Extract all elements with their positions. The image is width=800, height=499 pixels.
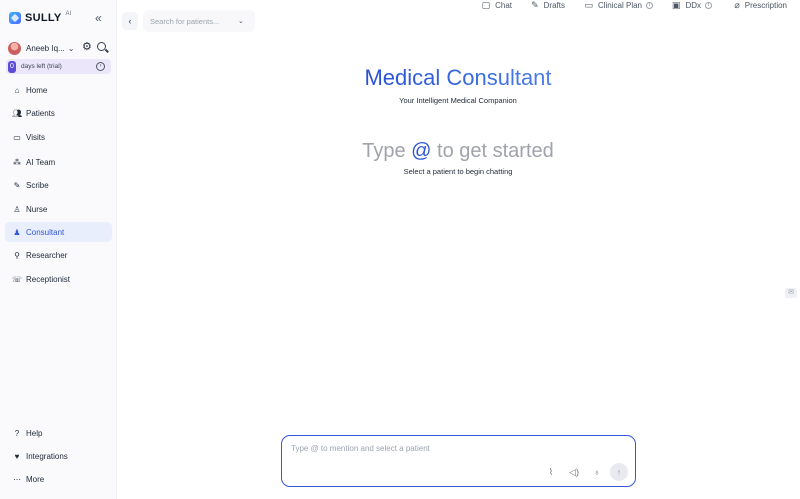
sidebar-item-visits[interactable]: ▭ Visits [5, 127, 112, 147]
sidebar-item-label: Visits [26, 132, 45, 142]
sidebar-item-label: Researcher [26, 250, 68, 260]
tab-ddx[interactable]: ▣ DDx i [672, 0, 712, 11]
pencil-icon: ✎ [531, 0, 539, 10]
integrations-icon: ♥ [14, 451, 20, 461]
tab-clinical-plan[interactable]: ▭ Clinical Plan i [584, 0, 653, 11]
gear-icon[interactable]: ⚙ [82, 41, 92, 54]
sidebar-item-consultant[interactable]: ♟ Consultant [5, 222, 112, 242]
top-bar: ‹ ⌄ ▢ Chat ✎ Drafts ▭ Clinical Plan i ▣ … [118, 0, 800, 36]
sidebar-item-ai-team[interactable]: ⁂ AI Team [5, 152, 112, 172]
scribe-icon: ✎ [13, 180, 21, 190]
receptionist-icon: ☏ [12, 274, 23, 284]
mail-icon[interactable]: ✉ [785, 288, 797, 298]
chevron-down-icon[interactable]: ⌄ [238, 17, 244, 25]
trial-days-count: 0 [8, 60, 16, 73]
trial-text: days left (trial) [21, 63, 62, 70]
sidebar-item-integrations[interactable]: ♥ Integrations [5, 446, 112, 466]
tab-drafts[interactable]: ✎ Drafts [531, 0, 565, 11]
sidebar-item-help[interactable]: ? Help [5, 423, 112, 443]
chevron-left-icon[interactable]: ‹ [122, 12, 138, 30]
prompt-text-after: to get started [437, 140, 554, 162]
get-started-prompt: Type @ to get started [300, 140, 616, 163]
home-icon: ⌂ [14, 85, 20, 95]
sidebar-item-label: Receptionist [26, 274, 71, 284]
sidebar: SULLY AI « Aneeb Iq... ⌄ ⚙ 0 days left (… [0, 0, 117, 499]
message-composer: ⌇ ◁) ♁ ↑ [281, 435, 636, 487]
microphone-icon[interactable]: ♁ [590, 465, 604, 479]
patient-search[interactable]: ⌄ [143, 10, 255, 32]
sidebar-item-label: Nurse [26, 204, 48, 214]
sidebar-item-more[interactable]: ⋯ More [5, 469, 112, 489]
nurse-icon: ♙ [13, 204, 21, 214]
trial-banner[interactable]: 0 days left (trial) › [6, 59, 111, 74]
user-name: Aneeb Iq... [26, 43, 65, 53]
page-title: Medical Consultant [300, 65, 616, 91]
page-subtitle: Your Intelligent Medical Companion [399, 96, 517, 105]
sully-logo-icon [9, 12, 21, 24]
sidebar-item-label: More [26, 474, 45, 484]
pill-icon: ⌀ [734, 0, 740, 10]
at-symbol: @ [411, 140, 432, 162]
send-icon[interactable]: ↑ [610, 463, 628, 481]
chevron-down-icon[interactable]: ⌄ [68, 44, 75, 53]
patients-icon: 👥︎ [12, 108, 23, 118]
team-icon: ⁂ [13, 157, 21, 167]
consultant-icon: ♟ [13, 227, 21, 237]
sidebar-item-receptionist[interactable]: ☏ Receptionist [5, 269, 112, 289]
message-input[interactable] [291, 444, 621, 462]
tab-label: Drafts [543, 1, 565, 10]
sidebar-item-scribe[interactable]: ✎ Scribe [5, 175, 112, 195]
user-menu[interactable]: Aneeb Iq... ⌄ ⚙ [8, 41, 110, 55]
tab-chat[interactable]: ▢ Chat [482, 0, 512, 11]
sidebar-item-label: Patients [26, 108, 55, 118]
sidebar-item-label: Scribe [26, 180, 49, 190]
sidebar-item-patients[interactable]: 👥︎ Patients [5, 103, 112, 123]
tab-prescription[interactable]: ⌀ Prescription [734, 0, 787, 11]
search-icon[interactable] [97, 42, 106, 51]
tab-label: Clinical Plan [597, 1, 642, 10]
avatar[interactable] [8, 41, 21, 55]
tab-label: Prescription [744, 1, 787, 10]
ddx-icon: ▣ [671, 0, 681, 10]
clipboard-icon: ▭ [584, 0, 593, 10]
sidebar-item-label: Help [26, 428, 43, 438]
sidebar-item-home[interactable]: ⌂ Home [5, 80, 112, 100]
sidebar-item-researcher[interactable]: ⚲ Researcher [5, 245, 112, 265]
arrow-right-circle-icon[interactable]: › [96, 62, 105, 71]
select-patient-hint: Select a patient to begin chatting [403, 167, 513, 176]
brand-suffix: AI [65, 11, 72, 17]
brand[interactable]: SULLY AI [9, 11, 72, 24]
info-icon[interactable]: i [646, 2, 653, 9]
sidebar-item-nurse[interactable]: ♙ Nurse [5, 199, 112, 219]
double-chevron-left-icon[interactable]: « [95, 12, 102, 24]
tab-label: Chat [495, 1, 512, 10]
sidebar-item-label: Consultant [26, 227, 65, 237]
info-icon[interactable]: i [705, 2, 712, 9]
more-icon: ⋯ [13, 474, 21, 484]
researcher-icon: ⚲ [14, 250, 20, 260]
calendar-icon: ▭ [13, 132, 21, 142]
sidebar-item-label: Integrations [26, 451, 68, 461]
patient-search-input[interactable] [150, 16, 236, 26]
help-icon: ? [14, 428, 20, 438]
prompt-text-before: Type [362, 140, 406, 162]
brand-name: SULLY [25, 12, 62, 24]
sidebar-item-label: Home [26, 85, 48, 95]
speaker-icon[interactable]: ◁) [567, 465, 581, 479]
chat-icon: ▢ [481, 0, 491, 10]
tab-label: DDx [685, 1, 701, 10]
sidebar-item-label: AI Team [26, 157, 56, 167]
attach-icon[interactable]: ⌇ [544, 465, 558, 479]
